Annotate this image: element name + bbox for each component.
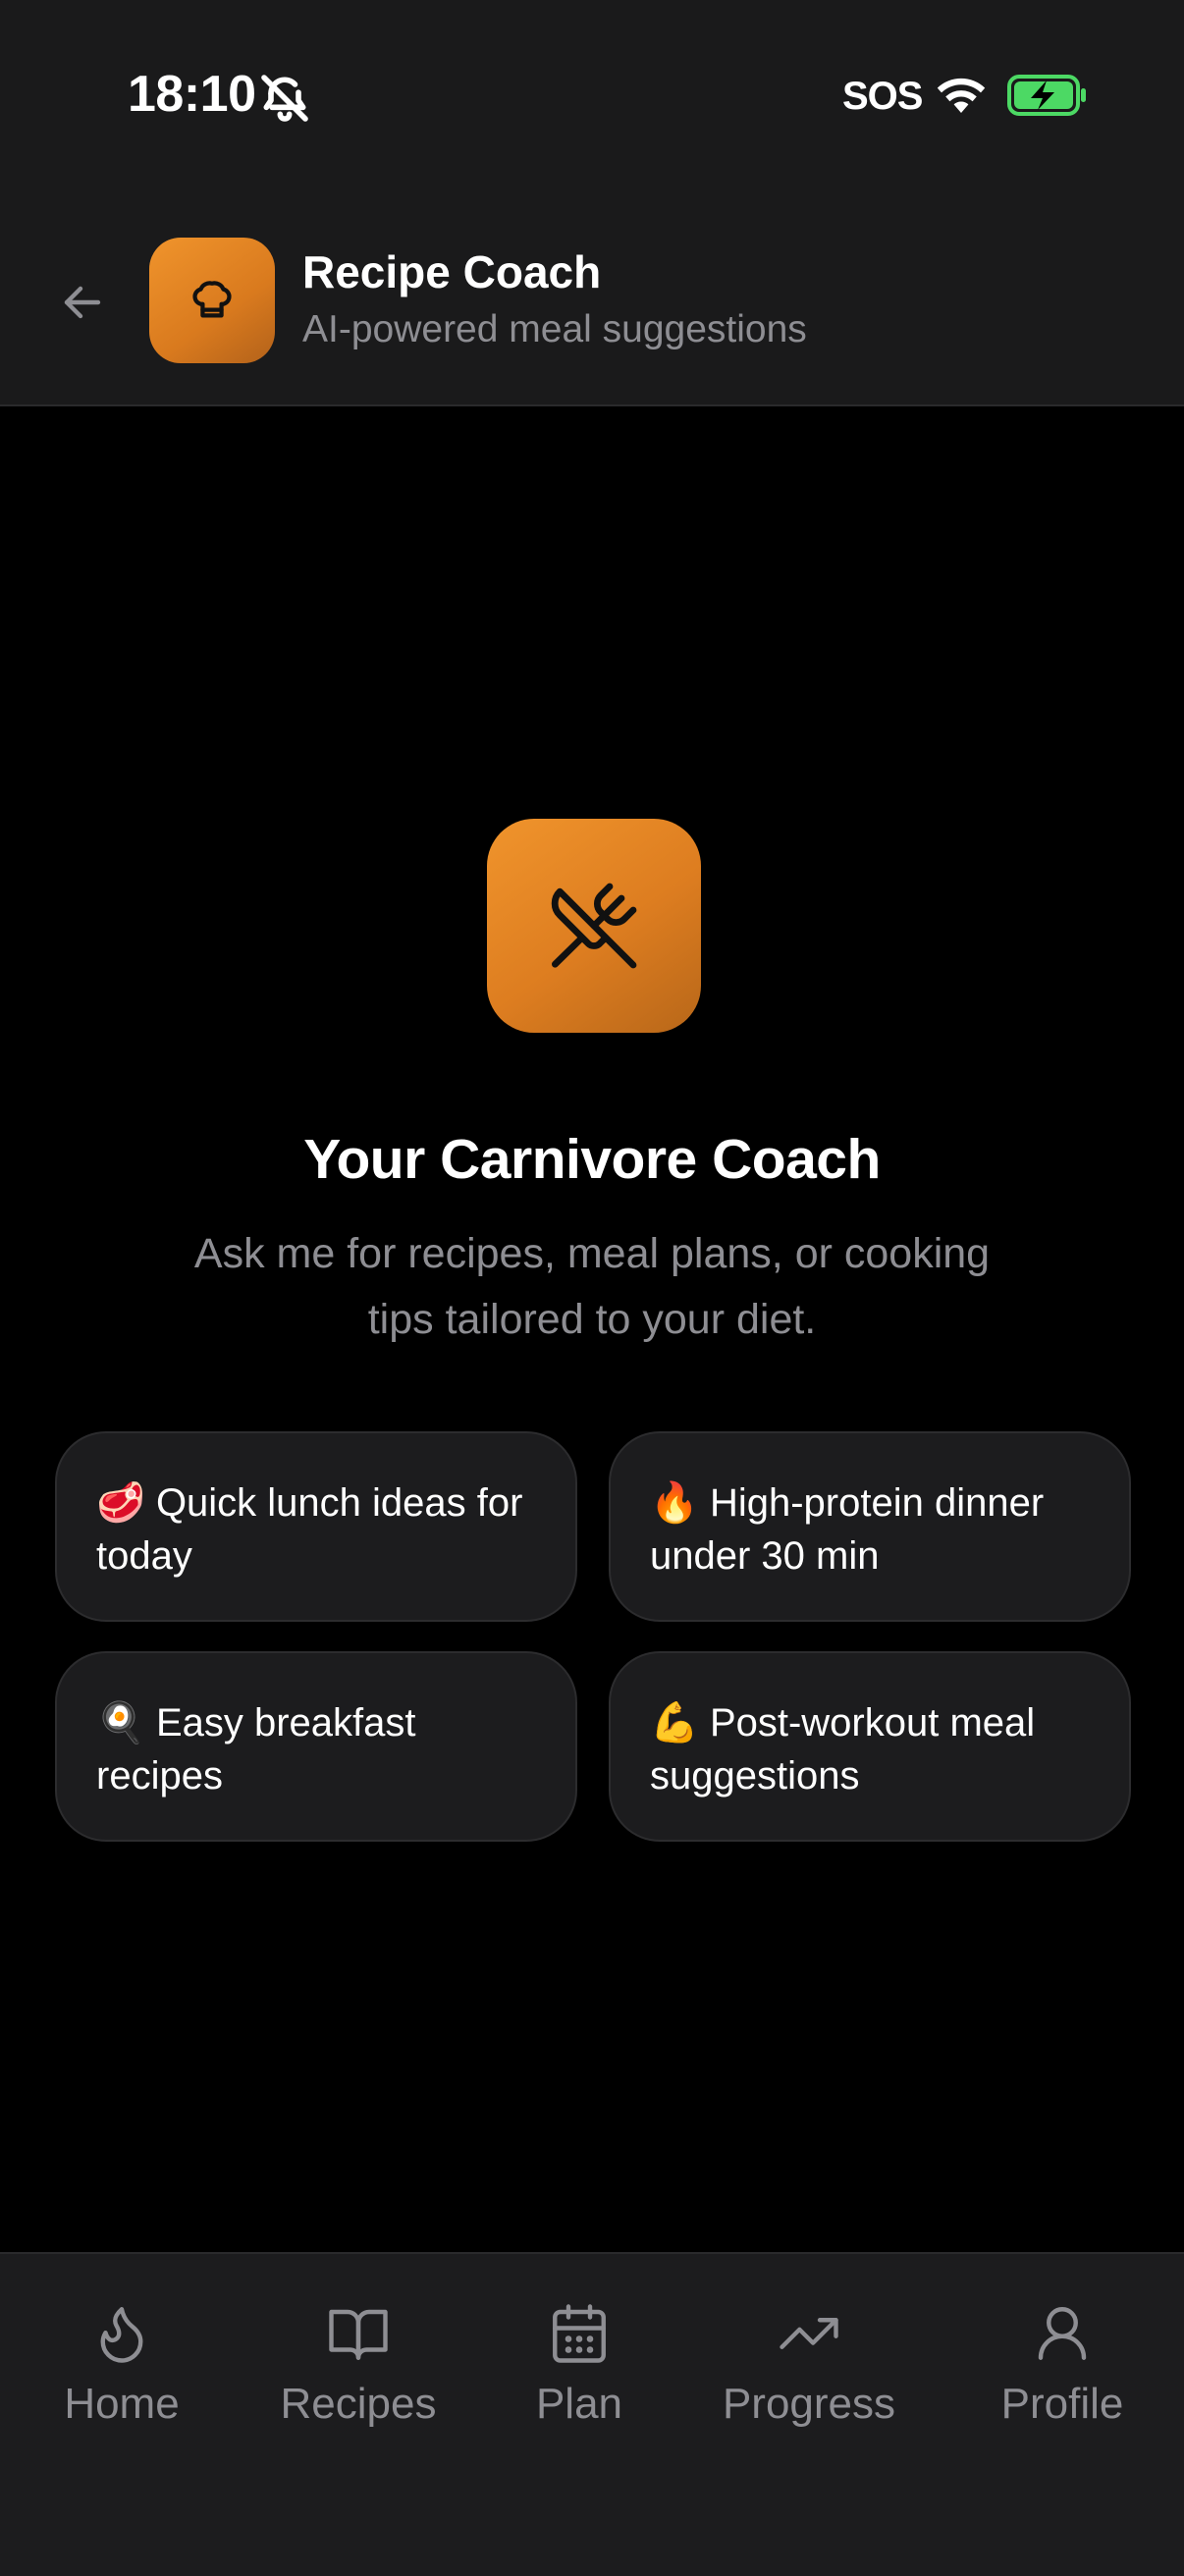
nav-item-home[interactable]: Home bbox=[4, 2301, 240, 2429]
nav-item-progress[interactable]: Progress bbox=[691, 2301, 927, 2429]
arrow-left-icon bbox=[64, 286, 101, 319]
hero-icon-tile bbox=[487, 819, 701, 1033]
utensils-crossed-icon bbox=[551, 883, 637, 969]
user-icon bbox=[1038, 2307, 1087, 2360]
trending-up-icon bbox=[780, 2318, 838, 2349]
status-sos: SOS bbox=[842, 75, 923, 118]
app-header: Recipe Coach AI-powered meal suggestions bbox=[0, 196, 1184, 406]
suggestion-text: Post-workout meal suggestions bbox=[650, 1701, 1036, 1798]
suggestion-text: Quick lunch ideas for today bbox=[96, 1481, 523, 1578]
nav-label-home: Home bbox=[64, 2380, 180, 2428]
nav-label-progress: Progress bbox=[722, 2380, 896, 2428]
steak-emoji-icon: 🥩 bbox=[96, 1481, 145, 1525]
suggestion-text: High-protein dinner under 30 min bbox=[650, 1481, 1045, 1578]
hero-title: Your Carnivore Coach bbox=[303, 1128, 881, 1191]
frying-pan-emoji-icon: 🍳 bbox=[96, 1701, 145, 1744]
suggestion-quick-lunch[interactable]: 🥩 Quick lunch ideas for today bbox=[55, 1431, 577, 1622]
header-title: Recipe Coach bbox=[302, 246, 602, 297]
status-bar: 18:10 SOS bbox=[0, 0, 1184, 196]
suggestion-post-workout[interactable]: 💪 Post-workout meal suggestions bbox=[609, 1651, 1131, 1842]
nav-label-profile: Profile bbox=[1000, 2380, 1124, 2428]
nav-item-profile[interactable]: Profile bbox=[944, 2301, 1180, 2429]
suggestion-high-protein-dinner[interactable]: 🔥 High-protein dinner under 30 min bbox=[609, 1431, 1131, 1622]
fire-emoji-icon: 🔥 bbox=[650, 1481, 699, 1525]
status-time: 18:10 bbox=[128, 66, 256, 123]
nav-label-plan: Plan bbox=[535, 2380, 623, 2428]
calendar-icon bbox=[553, 2304, 606, 2363]
header-logo bbox=[149, 238, 275, 363]
nav-item-recipes[interactable]: Recipes bbox=[241, 2301, 476, 2429]
chef-hat-icon bbox=[192, 281, 232, 318]
book-open-icon bbox=[329, 2309, 388, 2360]
suggestion-easy-breakfast[interactable]: 🍳 Easy breakfast recipes bbox=[55, 1651, 577, 1842]
nav-label-recipes: Recipes bbox=[280, 2380, 437, 2428]
back-button[interactable] bbox=[51, 271, 114, 334]
flame-icon bbox=[100, 2307, 143, 2363]
header-subtitle: AI-powered meal suggestions bbox=[302, 308, 807, 350]
nav-item-plan[interactable]: Plan bbox=[461, 2301, 697, 2429]
bottom-nav: Home Recipes Plan Progress Profile bbox=[0, 2252, 1184, 2576]
flexed-biceps-emoji-icon: 💪 bbox=[650, 1701, 699, 1744]
battery-charging-icon bbox=[1007, 75, 1086, 116]
hero-subtitle: Ask me for recipes, meal plans, or cooki… bbox=[193, 1230, 991, 1343]
wifi-icon bbox=[937, 78, 986, 113]
bell-slash-icon bbox=[261, 75, 308, 122]
